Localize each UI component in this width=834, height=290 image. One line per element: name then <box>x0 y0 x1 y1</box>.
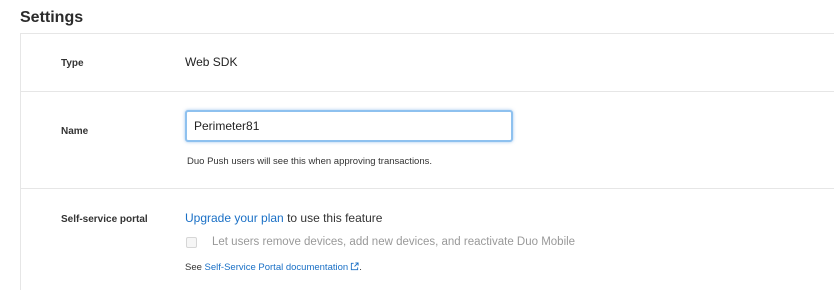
doc-link-text: Self-Service Portal documentation <box>204 262 349 273</box>
self-service-option: Let users remove devices, add new device… <box>186 235 575 249</box>
self-service-checkbox[interactable] <box>186 236 197 248</box>
doc-suffix-text: . <box>359 262 362 273</box>
doc-prefix-text: See <box>185 262 205 273</box>
self-service-portal-row: Self-service portal Upgrade your plan to… <box>21 189 834 290</box>
settings-page: Settings Type Web SDK Name Duo Push user… <box>0 0 834 290</box>
name-label: Name <box>61 126 89 137</box>
settings-panel: Type Web SDK Name Duo Push users will se… <box>20 33 834 290</box>
documentation-line: See Self-Service Portal documentation. <box>185 262 362 274</box>
type-row: Type Web SDK <box>21 34 834 92</box>
name-help-text: Duo Push users will see this when approv… <box>187 156 433 167</box>
self-service-portal-doc-link[interactable]: Self-Service Portal documentation <box>205 262 360 273</box>
name-row: Name Duo Push users will see this when a… <box>21 92 834 189</box>
self-service-portal-label: Self-service portal <box>61 214 148 225</box>
page-title: Settings <box>20 9 84 26</box>
name-input[interactable] <box>185 110 513 142</box>
type-label: Type <box>61 58 84 69</box>
upgrade-plan-link[interactable]: Upgrade your plan <box>185 211 284 225</box>
type-value: Web SDK <box>185 55 238 69</box>
upgrade-suffix-text: to use this feature <box>283 211 383 225</box>
self-service-checkbox-label: Let users remove devices, add new device… <box>212 236 576 248</box>
external-link-icon <box>350 262 359 274</box>
upgrade-notice: Upgrade your plan to use this feature <box>185 211 382 225</box>
